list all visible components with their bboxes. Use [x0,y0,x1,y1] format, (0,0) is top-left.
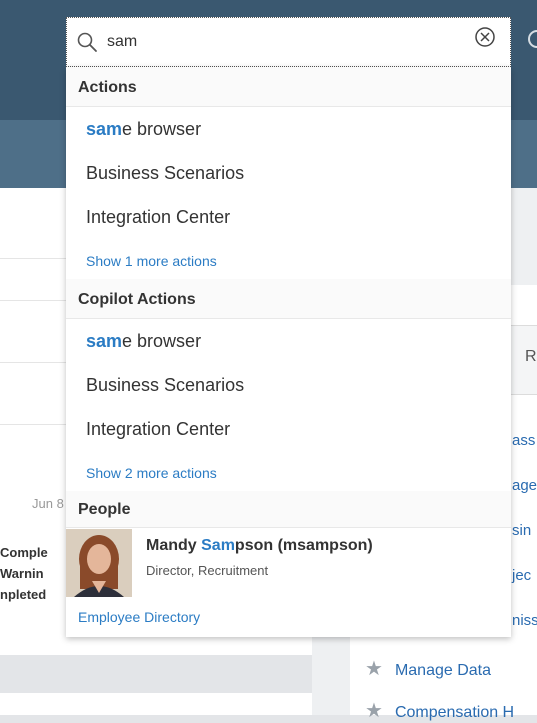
result-label: Integration Center [86,419,231,439]
search-icon [77,32,97,52]
background-status: Warnin [0,566,44,581]
person-name-first: Mandy [146,537,202,554]
result-integration-center[interactable]: Integration Center [86,207,230,228]
section-header-people: People [66,491,511,528]
right-link[interactable]: age [512,477,537,494]
tile-label: Manage Data [394,662,491,679]
result-same-browser[interactable]: same browser [86,119,201,140]
person-title: Director, Recruitment [146,563,269,578]
employee-directory-link[interactable]: Employee Directory [78,609,200,625]
right-link[interactable]: sin [512,522,531,539]
right-link[interactable]: ass [512,432,535,449]
result-label: e browser [122,119,202,139]
tile-manage-data[interactable]: ★ Manage Data [365,656,491,681]
star-icon: ★ [365,658,383,680]
person-result[interactable]: Mandy Sampson (msampson) Director, Recru… [66,528,511,598]
match-highlight: sam [86,331,123,351]
search-results-dropdown: Actions same browser Business Scenarios … [66,67,511,637]
show-more-copilot-actions-link[interactable]: Show 2 more actions [86,465,217,481]
result-integration-center[interactable]: Integration Center [86,419,230,440]
tile-label: Compensation H [394,704,515,721]
right-link[interactable]: jec [512,567,531,584]
avatar [66,529,132,597]
show-more-actions-link[interactable]: Show 1 more actions [86,253,217,269]
background-status: npleted [0,587,47,602]
result-label: Business Scenarios [86,163,245,183]
section-header-copilot-actions: Copilot Actions [66,279,511,319]
section-header-actions: Actions [66,67,511,107]
match-highlight: Sam [201,537,235,554]
result-business-scenarios[interactable]: Business Scenarios [86,163,244,184]
result-label: Integration Center [86,207,231,227]
avatar-photo [66,529,132,597]
person-name: Mandy Sampson (msampson) [146,537,373,555]
result-business-scenarios[interactable]: Business Scenarios [86,375,244,396]
search-field[interactable]: sam [66,17,511,67]
background-status: Comple [0,545,48,560]
result-label: Business Scenarios [86,375,245,395]
right-link[interactable]: niss [512,612,537,629]
tile-compensation[interactable]: ★ Compensation H [365,698,514,723]
clear-icon[interactable] [473,25,497,49]
result-label: e browser [122,331,202,351]
right-tab-label: R [525,348,537,365]
person-name-rest: pson (msampson) [234,537,373,554]
search-input[interactable]: sam [107,33,137,51]
panel-gap [0,655,312,693]
star-icon: ★ [365,700,383,722]
result-same-browser[interactable]: same browser [86,331,201,352]
background-date: Jun 8 [32,496,64,511]
match-highlight: sam [86,119,123,139]
